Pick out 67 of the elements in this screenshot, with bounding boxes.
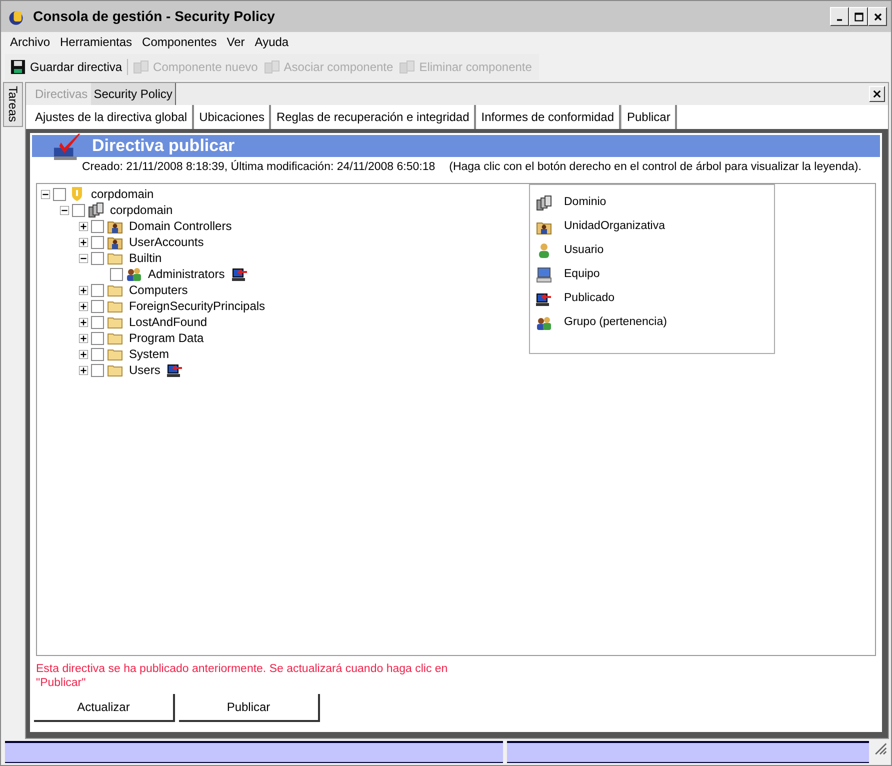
window-title: Consola de gestión - Security Policy bbox=[33, 7, 276, 26]
tree-node[interactable]: corpdomain bbox=[41, 202, 173, 218]
checkbox[interactable] bbox=[110, 268, 123, 280]
legend-label: Equipo bbox=[564, 267, 600, 282]
tree-node[interactable]: System bbox=[41, 346, 170, 362]
checkbox[interactable] bbox=[91, 316, 104, 328]
menu-item[interactable]: Componentes bbox=[137, 33, 222, 51]
server-icon bbox=[88, 202, 104, 218]
computer-icon bbox=[536, 267, 552, 283]
checkbox[interactable] bbox=[91, 364, 104, 376]
checkbox[interactable] bbox=[91, 332, 104, 344]
checkbox[interactable] bbox=[91, 300, 104, 312]
tree-node[interactable]: ForeignSecurityPrincipals bbox=[41, 298, 266, 314]
document-tab[interactable]: Security Policy bbox=[90, 83, 176, 105]
tree-node[interactable]: Domain Controllers bbox=[41, 218, 232, 234]
checkbox[interactable] bbox=[91, 252, 104, 264]
minimize-button[interactable] bbox=[830, 7, 849, 26]
group-icon bbox=[126, 266, 142, 282]
notice-text: Esta directiva se ha publicado anteriormente. Se actualizará cuando haga clic en "Publicar" bbox=[35, 662, 449, 690]
group-icon bbox=[536, 315, 552, 331]
toolbar-button[interactable]: Guardar directiva bbox=[7, 58, 126, 76]
menu-item[interactable]: Herramientas bbox=[55, 33, 138, 51]
close-button[interactable] bbox=[868, 7, 887, 26]
tree-node[interactable]: Computers bbox=[41, 282, 188, 298]
checkbox[interactable] bbox=[91, 236, 104, 248]
legend-label: UnidadOrganizativa bbox=[564, 219, 666, 234]
menu-item[interactable]: Ayuda bbox=[250, 33, 294, 51]
side-panel-tab[interactable]: Tareas bbox=[3, 82, 23, 127]
save-icon bbox=[10, 59, 26, 75]
close-icon bbox=[872, 10, 884, 22]
tree-node[interactable]: Builtin bbox=[41, 250, 162, 266]
action-button[interactable]: Publicar bbox=[179, 694, 320, 722]
legend-label: Publicado bbox=[564, 291, 615, 306]
close-button[interactable] bbox=[869, 86, 885, 102]
legend-label: Usuario bbox=[564, 243, 604, 258]
publish-icon bbox=[536, 291, 552, 307]
tree-node[interactable]: corpdomain bbox=[41, 186, 154, 202]
checkbox[interactable] bbox=[72, 204, 85, 216]
tree-node[interactable]: Users bbox=[41, 362, 184, 378]
minimize-icon bbox=[837, 19, 842, 21]
user-icon bbox=[536, 243, 552, 259]
legend-label: Grupo (pertenencia) bbox=[564, 315, 667, 330]
tree-node[interactable]: Program Data bbox=[41, 330, 204, 346]
resize-grip-icon bbox=[873, 741, 887, 755]
legend-label: Dominio bbox=[564, 195, 606, 210]
server-icon bbox=[399, 59, 416, 75]
page-tab[interactable]: Publicar bbox=[621, 105, 678, 129]
checkbox[interactable] bbox=[91, 220, 104, 232]
shield-icon bbox=[69, 186, 85, 202]
tree-node[interactable]: LostAndFound bbox=[41, 314, 208, 330]
header-title: Directiva publicar bbox=[92, 135, 235, 158]
server-icon bbox=[133, 59, 150, 75]
checkbox[interactable] bbox=[91, 348, 104, 360]
tree-node[interactable]: UserAccounts bbox=[41, 234, 204, 250]
tree-node[interactable]: Administrators bbox=[41, 266, 248, 282]
menu-item[interactable]: Ver bbox=[222, 33, 250, 51]
checkbox[interactable] bbox=[53, 188, 66, 200]
created-info: Creado: 21/11/2008 8:18:39, Última modificación: 24/11/2008 6:50:18 bbox=[82, 159, 436, 175]
maximize-button[interactable] bbox=[849, 7, 868, 26]
action-button[interactable]: Actualizar bbox=[34, 694, 175, 722]
server-icon bbox=[536, 195, 552, 211]
server-icon bbox=[264, 59, 280, 75]
checkbox[interactable] bbox=[91, 284, 104, 296]
menu-item[interactable]: Archivo bbox=[5, 33, 56, 51]
legend-hint: (Haga clic con el botón derecho en el control de árbol para visualizar la leyenda). bbox=[449, 160, 862, 175]
close-icon bbox=[872, 89, 882, 99]
maximize-icon bbox=[852, 10, 864, 22]
